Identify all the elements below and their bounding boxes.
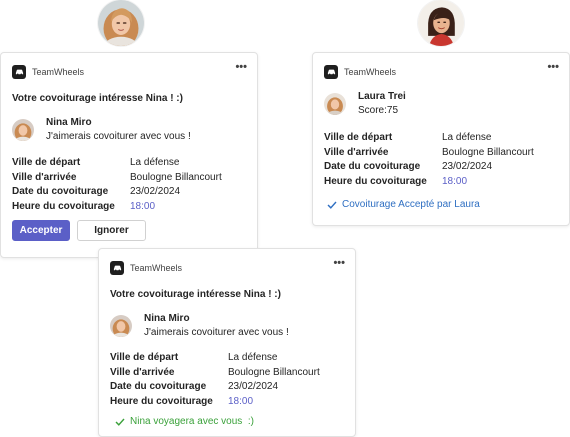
fact-label: Ville d'arrivée <box>324 146 389 158</box>
fact-value: 18:00 <box>442 175 468 187</box>
fact-value: 18:00 <box>130 200 156 212</box>
fact-value: 18:00 <box>228 395 254 407</box>
more-options-icon[interactable]: ••• <box>547 62 559 73</box>
screenshot-stage: TeamWheels ••• Votre covoiturage intéres… <box>0 0 570 437</box>
accepted-status: Covoiturage Accepté par Laura <box>327 199 480 210</box>
fact-row: Ville d'arrivée Boulogne Billancourt <box>324 146 534 161</box>
app-name: TeamWheels <box>344 67 397 77</box>
check-icon <box>327 201 337 209</box>
fact-value: La défense <box>228 352 278 363</box>
sender-block: Nina Miro J'aimerais covoiturer avec vou… <box>110 312 289 339</box>
card-headline: Votre covoiturage intéresse Nina ! :) <box>110 289 281 300</box>
accepter-score: Score:75 <box>358 105 399 116</box>
confirmed-status-text: Nina voyagera avec vous :) <box>130 416 254 427</box>
fact-row: Heure du covoiturage 18:00 <box>110 395 320 410</box>
trip-facts: Ville de départ La défense Ville d'arriv… <box>324 131 534 189</box>
ignore-button[interactable]: Ignorer <box>77 220 146 241</box>
fact-value: 23/02/2024 <box>130 186 181 197</box>
fact-label: Date du covoiturage <box>110 381 207 392</box>
fact-row: Ville d'arrivée Boulogne Billancourt <box>110 366 320 381</box>
sender-avatar <box>12 119 34 141</box>
fact-value: La défense <box>442 132 492 143</box>
fact-row: Date du covoiturage 23/02/2024 <box>12 185 222 200</box>
fact-row: Ville d'arrivée Boulogne Billancourt <box>12 171 222 186</box>
fact-value: Boulogne Billancourt <box>130 171 222 183</box>
accepter-name: Laura Trei <box>358 91 406 102</box>
trip-facts: Ville de départ La défense Ville d'arriv… <box>110 351 320 409</box>
sender-message: J'aimerais covoiturer avec vous ! <box>46 131 191 142</box>
confirmed-status: Nina voyagera avec vous :) <box>115 416 254 427</box>
fact-label: Ville de départ <box>110 352 179 363</box>
fact-row: Ville de départ La défense <box>110 351 320 366</box>
fact-value: 23/02/2024 <box>228 381 279 392</box>
fact-value: Boulogne Billancourt <box>442 146 534 158</box>
sender-block: Nina Miro J'aimerais covoiturer avec vou… <box>12 116 191 143</box>
confirmed-card: TeamWheels ••• Votre covoiturage intéres… <box>98 248 356 437</box>
fact-label: Heure du covoiturage <box>110 395 213 407</box>
fact-row: Heure du covoiturage 18:00 <box>12 200 222 215</box>
fact-label: Date du covoiturage <box>12 186 109 197</box>
app-name: TeamWheels <box>32 67 85 77</box>
card-header: TeamWheels <box>110 260 182 276</box>
check-icon <box>115 418 125 426</box>
card-header: TeamWheels <box>12 64 84 80</box>
car-icon <box>324 65 338 79</box>
sender-avatar <box>110 315 132 337</box>
fact-label: Ville de départ <box>12 157 81 168</box>
fact-row: Heure du covoiturage 18:00 <box>324 175 534 190</box>
fact-label: Heure du covoiturage <box>12 200 115 212</box>
fact-label: Ville d'arrivée <box>12 171 77 183</box>
sender-message: J'aimerais covoiturer avec vous ! <box>144 327 289 338</box>
sender-name: Nina Miro <box>46 117 92 128</box>
request-card: TeamWheels ••• Votre covoiturage intéres… <box>0 52 258 258</box>
car-icon <box>110 261 124 275</box>
fact-label: Ville d'arrivée <box>110 366 175 378</box>
fact-label: Ville de départ <box>324 132 393 143</box>
accepter-avatar <box>324 93 346 115</box>
accepter-block: Laura Trei Score:75 <box>324 90 406 117</box>
car-icon <box>12 65 26 79</box>
accept-button[interactable]: Accepter <box>12 220 70 241</box>
accepted-card: TeamWheels ••• Laura Trei Score:75 Ville… <box>312 52 570 226</box>
fact-value: 23/02/2024 <box>442 161 493 172</box>
fact-value: La défense <box>130 157 180 168</box>
sender-name: Nina Miro <box>144 313 190 324</box>
fact-label: Heure du covoiturage <box>324 175 427 187</box>
card-headline: Votre covoiturage intéresse Nina ! :) <box>12 93 183 104</box>
laura-avatar-large <box>418 0 464 46</box>
fact-row: Date du covoiturage 23/02/2024 <box>324 160 534 175</box>
app-name: TeamWheels <box>130 263 183 273</box>
fact-label: Date du covoiturage <box>324 161 421 172</box>
fact-row: Date du covoiturage 23/02/2024 <box>110 380 320 395</box>
card-header: TeamWheels <box>324 64 396 80</box>
fact-row: Ville de départ La défense <box>12 156 222 171</box>
accepted-status-text: Covoiturage Accepté par Laura <box>342 199 480 210</box>
more-options-icon[interactable]: ••• <box>333 258 345 269</box>
fact-row: Ville de départ La défense <box>324 131 534 146</box>
fact-value: Boulogne Billancourt <box>228 366 320 378</box>
nina-avatar-large <box>98 0 144 46</box>
more-options-icon[interactable]: ••• <box>235 62 247 73</box>
trip-facts: Ville de départ La défense Ville d'arriv… <box>12 156 222 214</box>
